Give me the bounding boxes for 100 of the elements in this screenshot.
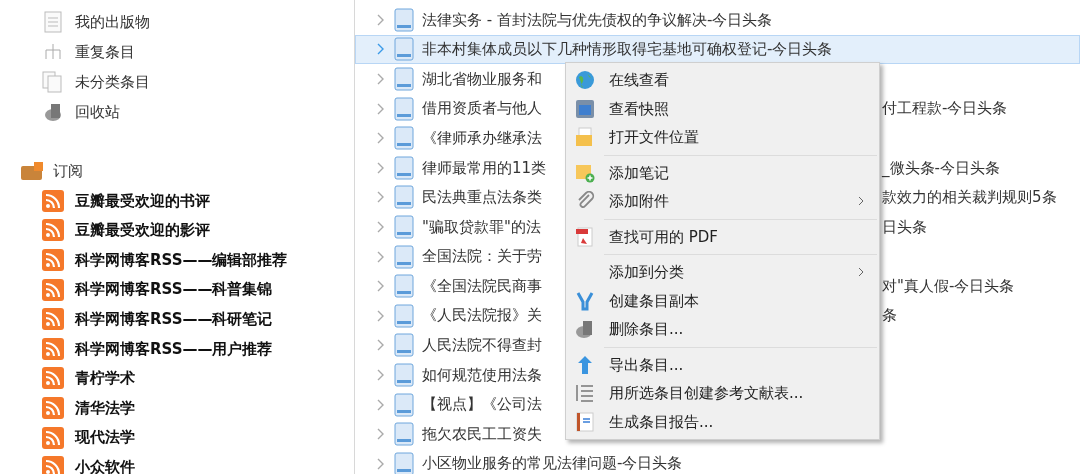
paperclip-icon [578, 191, 595, 209]
item-title: 《律师承办继承法 [422, 127, 542, 149]
document-icon [394, 126, 414, 150]
document-icon [394, 333, 414, 357]
item-title: 《全国法院民商事 [422, 275, 542, 297]
chevron-icon[interactable] [377, 132, 384, 144]
item-title: 律师最常用的11类 [422, 157, 547, 179]
feed-item[interactable]: 现代法学 [75, 426, 135, 449]
feed-item[interactable]: 科学网博客RSS——科普集锦 [75, 278, 273, 301]
item-title: 法律实务 - 首封法院与优先债权的争议解决-今日头条 [422, 9, 773, 31]
item-title: 民法典重点法条类 [422, 187, 542, 209]
chevron-icon[interactable] [377, 310, 384, 322]
collection-item[interactable]: 回收站 [75, 100, 120, 124]
up-arrow-icon [578, 355, 592, 374]
feed-item[interactable]: 小众软件 [75, 455, 135, 474]
feed-item[interactable]: 科学网博客RSS——科研笔记 [75, 307, 273, 331]
chevron-icon[interactable] [377, 369, 384, 381]
document-icon [394, 156, 414, 180]
item-title: 拖欠农民工工资失 [422, 423, 542, 445]
chevron-icon[interactable] [377, 73, 384, 85]
collection-item[interactable]: 未分类条目 [75, 70, 150, 94]
hierarchy-icon [45, 43, 61, 60]
pages-icon [42, 71, 62, 93]
rss-icon [42, 396, 64, 419]
report-icon [576, 412, 594, 432]
globe-icon [576, 71, 594, 90]
folder-icon [576, 127, 592, 147]
document-icon [394, 37, 414, 61]
note-add-icon [576, 164, 595, 183]
document-icon [394, 8, 414, 32]
item-title: 非本村集体成员以下几种情形取得宅基地可确权登记-今日头条 [422, 39, 833, 61]
menu-item[interactable]: 导出条目... [609, 353, 865, 376]
rss-icon [42, 219, 64, 242]
menu-item[interactable]: 生成条目报告... [609, 410, 865, 433]
fork-icon [576, 292, 594, 311]
chevron-icon[interactable] [377, 428, 384, 440]
chevron-icon[interactable] [377, 280, 384, 292]
document-icon [44, 11, 62, 33]
menu-item[interactable]: 添加到分类 [609, 261, 844, 284]
chevron-icon[interactable] [377, 14, 384, 26]
feed-item[interactable]: 科学网博客RSS——用户推荐 [75, 337, 273, 360]
item-title: 付工程款-今日头条 [882, 98, 1008, 120]
item-title: 款效力的相关裁判规则5条 [882, 187, 1057, 209]
document-icon [394, 422, 414, 446]
menu-item[interactable]: 创建条目副本 [609, 289, 865, 312]
chevron-icon[interactable] [377, 221, 384, 233]
document-icon [394, 185, 414, 209]
rss-icon [42, 278, 64, 301]
feed-item[interactable]: 豆瓣最受欢迎的影评 [75, 219, 210, 242]
menu-item[interactable]: 添加笔记 [609, 161, 865, 184]
item-title: "骗取贷款罪"的法 [422, 216, 541, 238]
chevron-icon[interactable] [377, 162, 384, 174]
chevron-icon[interactable] [377, 339, 384, 352]
document-icon [394, 363, 414, 387]
menu-item[interactable]: 打开文件位置 [609, 126, 865, 149]
document-icon [394, 97, 414, 121]
document-icon [394, 274, 414, 298]
rss-icon [42, 456, 64, 474]
chevron-icon[interactable] [377, 250, 384, 263]
selected-row[interactable]: 非本村集体成员以下几种情形取得宅基地可确权登记-今日头条 [355, 34, 1080, 65]
item-title: 小区物业服务的常见法律问题-今日头条 [422, 453, 683, 474]
item-title: _微头条-今日头条 [882, 157, 1000, 179]
rss-icon [42, 426, 64, 449]
collection-item[interactable]: 重复条目 [75, 40, 135, 64]
document-icon [394, 452, 414, 474]
chevron-icon[interactable] [377, 398, 384, 411]
item-title: 日头条 [882, 216, 927, 238]
trash-icon [576, 321, 592, 339]
item-title: 借用资质者与他人 [422, 98, 542, 120]
chevron-icon[interactable] [377, 191, 384, 204]
collection-item[interactable]: 我的出版物 [75, 10, 150, 34]
chevron-icon[interactable] [377, 458, 384, 470]
item-title: 全国法院：关于劳 [422, 246, 542, 268]
document-icon [394, 245, 414, 269]
menu-item[interactable]: 在线查看 [609, 69, 865, 92]
menu-item[interactable]: 查找可用的 PDF [609, 225, 865, 248]
menu-item[interactable]: 添加附件 [609, 190, 844, 213]
menu-item[interactable]: 删除条目... [609, 318, 865, 341]
item-title: 湖北省物业服务和 [422, 68, 542, 90]
feed-item[interactable]: 青柠学术 [75, 367, 135, 390]
list-icon [576, 384, 594, 402]
chevron-icon[interactable] [377, 43, 384, 56]
document-icon [394, 215, 414, 239]
trash-icon [45, 104, 61, 121]
item-title: 条 [882, 305, 897, 327]
document-icon [394, 304, 414, 328]
item-title: 对"真人假-今日头条 [882, 275, 1015, 297]
feed-item[interactable]: 清华法学 [75, 396, 135, 420]
pdf-icon [576, 227, 593, 247]
feeds-heading[interactable]: 订阅 [53, 159, 83, 183]
item-title: 【视点】《公司法 [422, 394, 542, 416]
rss-icon [42, 308, 64, 331]
document-icon [394, 67, 414, 91]
feed-item[interactable]: 豆瓣最受欢迎的书评 [75, 189, 210, 213]
chevron-icon[interactable] [377, 102, 384, 115]
menu-item[interactable]: 查看快照 [609, 97, 865, 120]
item-title: 人民法院不得查封 [422, 335, 542, 357]
feed-item[interactable]: 科学网博客RSS——编辑部推荐 [75, 248, 288, 272]
menu-item[interactable]: 用所选条目创建参考文献表... [609, 382, 865, 405]
item-title: 《人民法院报》关 [422, 305, 542, 327]
